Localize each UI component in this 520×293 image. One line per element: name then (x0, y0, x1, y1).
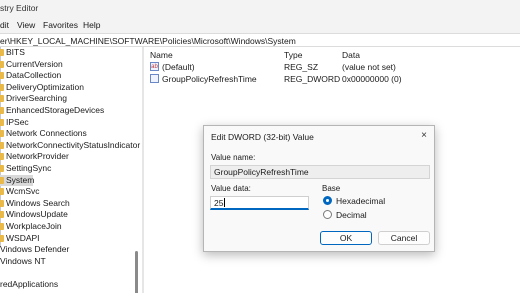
folder-icon (0, 95, 4, 103)
tree-item-label: EnhancedStorageDevices (6, 105, 105, 115)
tree-item-label: DriverSearching (6, 93, 67, 104)
tree-item[interactable]: IPSec (0, 117, 138, 128)
value-name-label: Value name: (211, 153, 256, 162)
folder-icon (0, 72, 4, 80)
value-data-input[interactable]: 25 (210, 196, 309, 210)
folder-icon (0, 141, 4, 149)
hexadecimal-radio[interactable] (323, 196, 332, 205)
folder-icon (0, 223, 4, 230)
address-path[interactable]: er\HKEY_LOCAL_MACHINE\SOFTWARE\Policies\… (0, 36, 296, 46)
tree-item[interactable]: NetworkConnectivityStatusIndicator (0, 139, 141, 151)
value-data-text[interactable]: 25 (214, 198, 223, 208)
decimal-radio[interactable] (323, 210, 332, 219)
tree-item[interactable]: WindowsUpdate (0, 209, 138, 220)
tree-item-label: WorkplaceJoin (6, 221, 62, 231)
value-data-label: Value data: (211, 184, 251, 193)
value-name: GroupPolicyRefreshTime (162, 74, 257, 84)
menu-bar: dit View Favorites Help (0, 16, 520, 33)
tree-item-label: NetworkProvider (6, 151, 69, 162)
column-header-data[interactable]: Data (342, 50, 360, 60)
decimal-label[interactable]: Decimal (336, 210, 367, 220)
value-type: REG_DWORD (284, 74, 341, 84)
menu-view[interactable]: View (17, 20, 35, 30)
value-name-field: GroupPolicyRefreshTime (210, 165, 430, 179)
tree-item[interactable]: Network Connections (0, 128, 138, 139)
folder-icon (0, 107, 4, 114)
tree-item[interactable]: EnhancedStorageDevices (0, 105, 138, 116)
tree-item-label: WcmSvc (6, 186, 40, 197)
tree-item-label: WSDAPI (6, 232, 40, 243)
tree-item[interactable]: DataCollection (0, 70, 138, 81)
tree-item[interactable]: NetworkProvider (0, 151, 138, 162)
tree-item-label: System (6, 174, 35, 185)
value-data: (value not set) (342, 62, 396, 72)
tree-item[interactable]: DeliveryOptimization (0, 82, 138, 93)
text-caret (224, 198, 226, 207)
tree-item-label: Windows Search (6, 197, 70, 208)
menu-favorites[interactable]: Favorites (43, 20, 78, 30)
tree-item-label: SettingSync (6, 163, 52, 173)
column-header-type[interactable]: Type (284, 50, 302, 60)
tree-item[interactable]: DriverSearching (0, 93, 138, 104)
folder-icon (0, 199, 4, 207)
key-tree: BITS CurrentVersion DataCollection Delivery… (0, 47, 142, 293)
value-data: 0x00000000 (0) (342, 74, 402, 84)
tree-item[interactable]: BITS (0, 47, 138, 58)
folder-icon (0, 153, 4, 161)
tree-item-label: DataCollection (6, 70, 62, 81)
folder-icon (0, 211, 4, 219)
tree-item[interactable]: WorkplaceJoin (0, 221, 138, 232)
edit-dword-dialog: Edit DWORD (32-bit) Value × Value name: … (203, 125, 435, 252)
tree-item-label: BITS (6, 47, 25, 57)
value-type: REG_SZ (284, 62, 319, 72)
folder-icon (0, 130, 4, 138)
folder-icon (0, 165, 4, 172)
tree-item-label: WindowsUpdate (6, 209, 68, 220)
folder-icon (0, 188, 4, 196)
address-bar[interactable]: er\HKEY_LOCAL_MACHINE\SOFTWARE\Policies\… (0, 33, 520, 47)
dialog-title: Edit DWORD (32-bit) Value (211, 132, 314, 142)
tree-item[interactable] (0, 267, 138, 278)
close-icon[interactable]: × (421, 130, 427, 141)
tree-item[interactable]: CurrentVersion (0, 59, 138, 70)
tree-scrollbar-thumb[interactable] (135, 251, 138, 293)
cancel-button[interactable]: Cancel (378, 231, 430, 245)
tree-item-label: redApplications (0, 279, 59, 289)
value-row-grouppolicyrefreshtime[interactable]: GroupPolicyRefreshTime REG_DWORD 0x00000… (144, 73, 520, 86)
tree-item[interactable]: WcmSvc (0, 186, 138, 197)
tree-item[interactable]: Vindows Defender (0, 244, 138, 255)
column-header-name[interactable]: Name (150, 50, 173, 60)
tree-item-label: Vindows Defender (0, 244, 70, 255)
folder-icon (0, 234, 4, 242)
folder-icon (0, 118, 4, 126)
tree-item-label: Vindows NT (0, 255, 46, 266)
tree-item-label: CurrentVersion (6, 58, 63, 69)
tree-item[interactable]: Vindows NT (0, 256, 138, 267)
tree-item[interactable]: redApplications (0, 279, 138, 290)
value-name-text: GroupPolicyRefreshTime (214, 167, 309, 177)
window-title: stry Editor (0, 3, 39, 13)
tree-item[interactable]: Windows Search (0, 198, 138, 209)
tree-item-label: IPSec (6, 116, 29, 127)
tree-item[interactable]: System (0, 174, 35, 186)
binary-value-icon (150, 74, 159, 83)
menu-help[interactable]: Help (83, 20, 100, 30)
value-name: (Default) (162, 62, 195, 72)
base-label: Base (322, 184, 341, 193)
tree-item-label: NetworkConnectivityStatusIndicator (6, 139, 141, 150)
tree-item-label: DeliveryOptimization (6, 81, 84, 92)
tree-item[interactable]: SettingSync (0, 163, 138, 174)
folder-icon (0, 176, 4, 184)
hexadecimal-label[interactable]: Hexadecimal (336, 196, 385, 206)
tree-item-label: Network Connections (6, 128, 87, 139)
title-bar: stry Editor (0, 0, 520, 16)
folder-icon (0, 83, 4, 91)
folder-icon (0, 49, 4, 56)
menu-edit[interactable]: dit (0, 20, 9, 30)
folder-icon (0, 60, 4, 68)
ok-button[interactable]: OK (320, 231, 372, 245)
tree-item[interactable]: WSDAPI (0, 233, 138, 244)
string-value-icon: ab (150, 62, 159, 71)
